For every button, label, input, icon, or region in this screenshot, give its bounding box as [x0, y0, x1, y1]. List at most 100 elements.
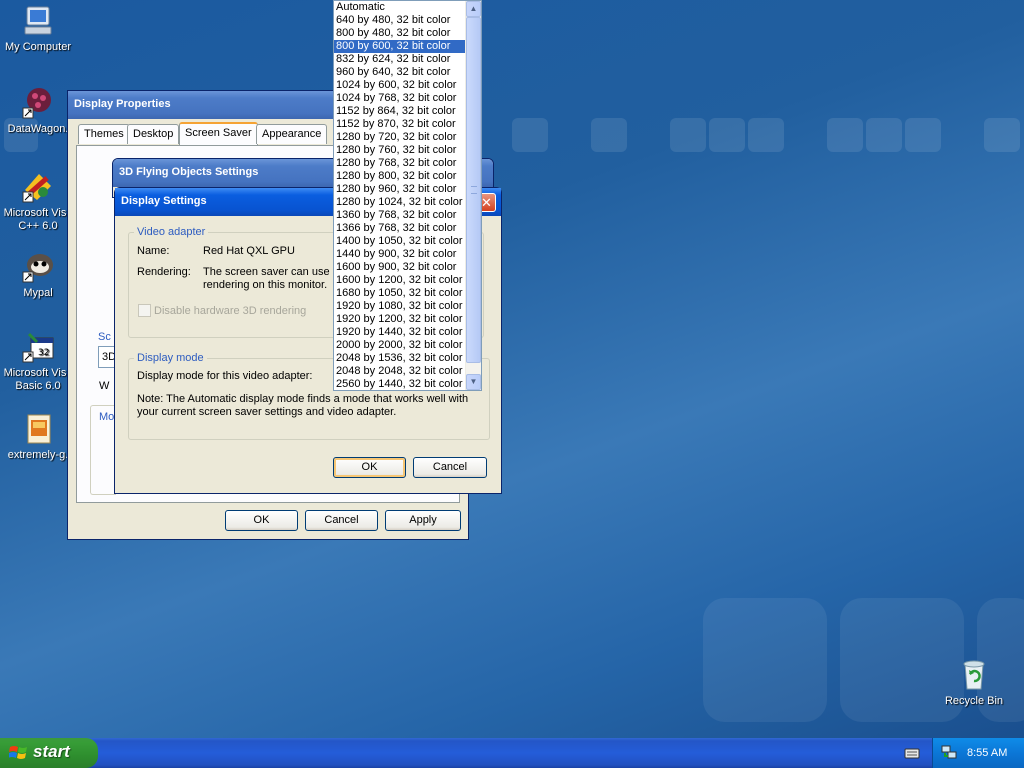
visual-basic-shortcut-icon: 32: [21, 330, 55, 364]
wallpaper-tile: [984, 118, 1020, 152]
rendering-label: Rendering:: [137, 266, 191, 278]
note-line1: Note: The Automatic display mode finds a…: [137, 393, 469, 405]
dropdown-option[interactable]: 1600 by 900, 32 bit color: [334, 261, 481, 274]
taskbar: start 8:55 AM: [0, 738, 1024, 768]
mypal-shortcut-icon: [21, 250, 55, 284]
display-properties-ok-button[interactable]: OK: [225, 510, 298, 531]
visual-cpp-shortcut-icon: [21, 170, 55, 204]
disable-hw-checkbox[interactable]: [138, 304, 151, 317]
desktop-icon-visual-basic[interactable]: 32 Microsoft Visu Basic 6.0: [0, 330, 76, 393]
tab-desktop[interactable]: Desktop: [127, 124, 180, 144]
tab-themes[interactable]: Themes: [78, 124, 130, 144]
display-properties-apply-button[interactable]: Apply: [385, 510, 461, 531]
desktop-icon-mypal[interactable]: Mypal: [0, 250, 76, 300]
dropdown-option[interactable]: 1280 by 800, 32 bit color: [334, 170, 481, 183]
desktop-icon-label: Recycle Bin: [944, 695, 1004, 707]
scroll-down-button[interactable]: ▼: [466, 374, 481, 390]
desktop-icon-label: Microsoft Visu Basic 6.0: [3, 367, 73, 392]
dropdown-option[interactable]: 2048 by 1536, 32 bit color: [334, 352, 481, 365]
rendering-value-line2: rendering on this monitor.: [203, 279, 328, 291]
dropdown-option[interactable]: 2560 by 1440, 32 bit color: [334, 378, 481, 390]
tab-label: Screen Saver: [185, 127, 252, 139]
dropdown-option[interactable]: 1024 by 768, 32 bit color: [334, 92, 481, 105]
dropdown-option[interactable]: 1440 by 900, 32 bit color: [334, 248, 481, 261]
desktop-icon-label: My Computer: [4, 41, 72, 53]
wallpaper-tile: [591, 118, 627, 152]
video-adapter-legend: Video adapter: [134, 226, 209, 238]
dropdown-option[interactable]: 960 by 640, 32 bit color: [334, 66, 481, 79]
dropdown-option[interactable]: 800 by 600, 32 bit color: [334, 40, 481, 53]
tab-screen-saver[interactable]: Screen Saver: [179, 122, 258, 145]
dropdown-option[interactable]: 1920 by 1440, 32 bit color: [334, 326, 481, 339]
dropdown-option[interactable]: 1920 by 1080, 32 bit color: [334, 300, 481, 313]
wallpaper-tile: [670, 118, 706, 152]
window-title: Display Settings: [121, 195, 207, 207]
display-mode-dropdown-list[interactable]: Automatic 640 by 480, 32 bit color 800 by …: [333, 0, 482, 391]
tab-appearance[interactable]: Appearance: [256, 124, 328, 144]
desktop: My Computer DataWagon. Microsoft Visu C+…: [0, 0, 1024, 738]
dropdown-option[interactable]: 2048 by 2048, 32 bit color: [334, 365, 481, 378]
button-label: OK: [361, 461, 378, 473]
display-mode-text: Display mode for this video adapter:: [137, 370, 313, 382]
desktop-icon-visual-cpp[interactable]: Microsoft Visu C++ 6.0: [0, 170, 76, 233]
wallpaper-tile: [827, 118, 863, 152]
wallpaper-tile: [703, 598, 827, 722]
dropdown-option[interactable]: 1280 by 760, 32 bit color: [334, 144, 481, 157]
name-label: Name:: [137, 245, 170, 257]
close-icon: ✕: [481, 195, 492, 210]
wallpaper-tile: [748, 118, 784, 152]
wallpaper-tile: [866, 118, 902, 152]
tab-label: Appearance: [262, 128, 322, 140]
wait-label: W: [99, 380, 110, 392]
wallpaper-tile: [709, 118, 745, 152]
desktop-icon-label: extremely-g.: [7, 449, 69, 461]
desktop-icon-datawagon[interactable]: DataWagon.: [0, 86, 76, 136]
wallpaper-tile: [512, 118, 548, 152]
display-settings-cancel-button[interactable]: Cancel: [413, 457, 487, 478]
clock[interactable]: 8:55 AM: [967, 747, 1007, 759]
dropdown-option[interactable]: 1024 by 600, 32 bit color: [334, 79, 481, 92]
keyboard-icon[interactable]: [904, 746, 920, 760]
dropdown-options: Automatic 640 by 480, 32 bit color 800 by …: [334, 1, 481, 390]
dropdown-option[interactable]: 832 by 624, 32 bit color: [334, 53, 481, 66]
button-label: OK: [253, 514, 270, 526]
dropdown-option[interactable]: 1152 by 870, 32 bit color: [334, 118, 481, 131]
dropdown-scrollbar[interactable]: ▲ ▼: [465, 1, 481, 390]
scroll-up-button[interactable]: ▲: [466, 1, 481, 17]
windows-logo-icon: [8, 744, 29, 767]
monitor-power-group: [90, 405, 116, 495]
dropdown-option[interactable]: 1152 by 864, 32 bit color: [334, 105, 481, 118]
dropdown-option[interactable]: 800 by 480, 32 bit color: [334, 27, 481, 40]
system-tray: 8:55 AM: [932, 738, 1024, 768]
network-icon[interactable]: [941, 744, 957, 760]
dropdown-option[interactable]: 1360 by 768, 32 bit color: [334, 209, 481, 222]
recycle-bin-icon: [957, 658, 991, 692]
display-settings-ok-button[interactable]: OK: [333, 457, 406, 478]
start-button[interactable]: start: [0, 738, 98, 768]
desktop-icon-label: Mypal: [23, 287, 53, 299]
dropdown-option[interactable]: Automatic: [334, 1, 481, 14]
dropdown-option[interactable]: 640 by 480, 32 bit color: [334, 14, 481, 27]
start-label: start: [33, 742, 70, 761]
disable-hw-label: Disable hardware 3D rendering: [154, 305, 307, 317]
dropdown-option[interactable]: 1366 by 768, 32 bit color: [334, 222, 481, 235]
dropdown-option[interactable]: 1280 by 1024, 32 bit color: [334, 196, 481, 209]
dropdown-option[interactable]: 1280 by 960, 32 bit color: [334, 183, 481, 196]
dropdown-option[interactable]: 1680 by 1050, 32 bit color: [334, 287, 481, 300]
desktop-icon-label: DataWagon.: [7, 123, 69, 135]
display-properties-cancel-button[interactable]: Cancel: [305, 510, 378, 531]
dropdown-option[interactable]: 1400 by 1050, 32 bit color: [334, 235, 481, 248]
dropdown-option[interactable]: 1280 by 768, 32 bit color: [334, 157, 481, 170]
desktop-icon-my-computer[interactable]: My Computer: [0, 4, 76, 54]
chevron-up-icon: ▲: [469, 4, 478, 13]
dropdown-option[interactable]: 1280 by 720, 32 bit color: [334, 131, 481, 144]
dropdown-option[interactable]: 1600 by 1200, 32 bit color: [334, 274, 481, 287]
screensaver-group-legend: Sc: [98, 331, 111, 343]
datawagon-shortcut-icon: [21, 86, 55, 120]
dropdown-option[interactable]: 1920 by 1200, 32 bit color: [334, 313, 481, 326]
desktop-icon-file[interactable]: extremely-g.: [0, 412, 76, 462]
scroll-thumb[interactable]: [466, 17, 481, 363]
button-label: Apply: [409, 514, 437, 526]
dropdown-option[interactable]: 2000 by 2000, 32 bit color: [334, 339, 481, 352]
desktop-icon-recycle-bin[interactable]: Recycle Bin: [936, 658, 1012, 708]
